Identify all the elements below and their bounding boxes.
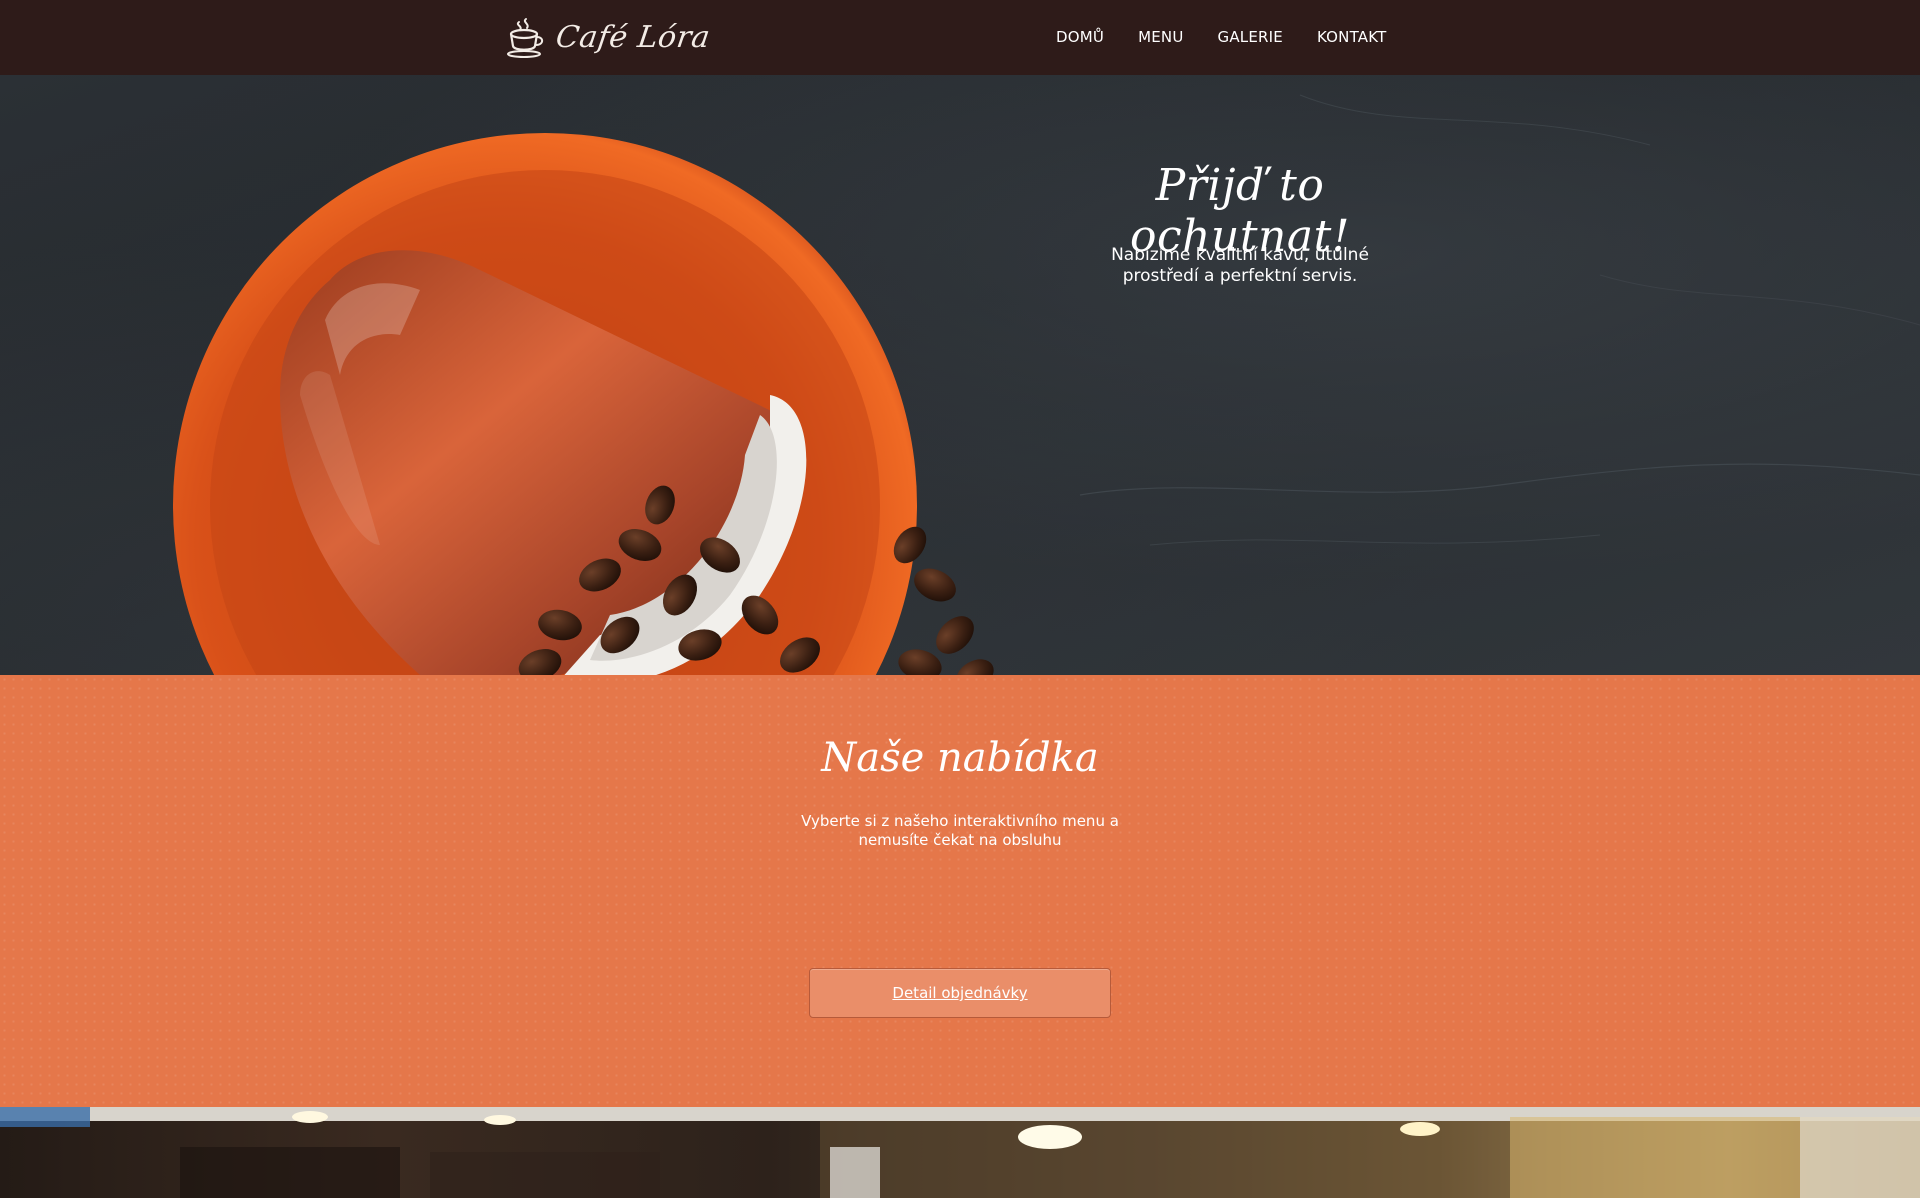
brand-logo[interactable]: Café Lóra (506, 14, 713, 62)
hero-subtitle: Nabízíme kvalitní kávu, útulné prostředí… (1111, 245, 1369, 286)
main-nav: DOMŮ MENU GALERIE KONTAKT (1056, 0, 1387, 75)
offer-title: Naše nabídka (821, 735, 1099, 781)
offer-section: Naše nabídka Vyberte si z našeho interak… (0, 675, 1920, 1107)
site-header: Café Lóra DOMŮ MENU GALERIE KONTAKT (0, 0, 1920, 75)
nav-item-kontakt[interactable]: KONTAKT (1317, 30, 1387, 45)
nav-item-galerie[interactable]: GALERIE (1218, 30, 1283, 45)
offer-subtitle: Vyberte si z našeho interaktivního menu … (801, 812, 1119, 849)
nav-item-menu[interactable]: MENU (1138, 30, 1183, 45)
hero-section: Přijď to ochutnat! Nabízíme kvalitní káv… (0, 75, 1920, 675)
hero-coffee-image (0, 75, 1920, 675)
cafe-interior-image (0, 1107, 1920, 1198)
order-detail-button[interactable]: Detail objednávky (809, 968, 1111, 1018)
coffee-cup-icon (507, 18, 544, 58)
nav-item-domu[interactable]: DOMŮ (1056, 30, 1104, 45)
order-detail-button-label: Detail objednávky (892, 984, 1028, 1002)
brand-name: Café Lóra (553, 20, 713, 55)
